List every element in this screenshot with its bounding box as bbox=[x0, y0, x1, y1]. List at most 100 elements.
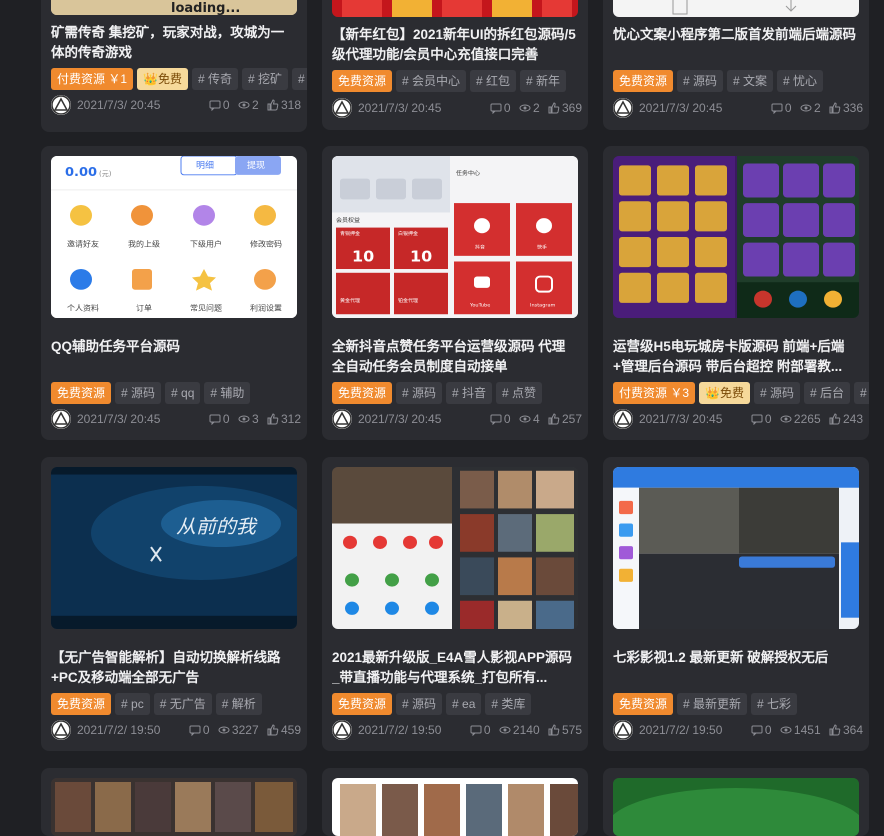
free-resource-tag[interactable]: 免费资源 bbox=[613, 70, 674, 92]
tag-chip[interactable]: # 源码 bbox=[115, 382, 162, 404]
tag-list: 付费资源 ￥3 👑免费 # 源码 # 后台 # bbox=[613, 382, 869, 404]
tag-chip[interactable]: # 抖音 bbox=[446, 382, 493, 404]
eye-icon bbox=[519, 415, 531, 423]
card-title[interactable]: 【无广告智能解析】自动切换解析线路+PC及移动端全部无广告 bbox=[51, 648, 297, 688]
avatar[interactable] bbox=[332, 98, 352, 118]
eye-icon bbox=[238, 415, 250, 423]
tag-chip[interactable]: # 红包 bbox=[470, 70, 517, 92]
like-count[interactable]: 364 bbox=[829, 723, 863, 737]
card-thumbnail[interactable]: 会员权益 青铜押金 白银押金 10 10 黄金代理 铂金代理 任务中心 抖音 快… bbox=[332, 156, 578, 318]
card-title[interactable]: QQ辅助任务平台源码 bbox=[51, 337, 297, 357]
resource-card[interactable]: 会员权益 青铜押金 白银押金 10 10 黄金代理 铂金代理 任务中心 抖音 快… bbox=[322, 146, 588, 440]
comment-count: 0 bbox=[751, 723, 772, 737]
thumbs-up-icon bbox=[829, 102, 841, 114]
tag-chip[interactable]: # bbox=[854, 382, 869, 404]
resource-card[interactable]: 运营级H5电玩城房卡版源码 前端+后端+管理后台源码 带后台超控 附部署教...… bbox=[603, 146, 869, 440]
tag-chip[interactable]: # 最新更新 bbox=[677, 693, 748, 715]
free-resource-tag[interactable]: 免费资源 bbox=[332, 382, 393, 404]
like-count[interactable]: 336 bbox=[829, 101, 863, 115]
tag-chip[interactable]: # 无广告 bbox=[153, 693, 212, 715]
card-thumbnail[interactable] bbox=[332, 467, 578, 629]
like-count[interactable]: 318 bbox=[267, 98, 301, 112]
tag-chip[interactable]: # 类库 bbox=[485, 693, 532, 715]
card-title[interactable]: 全新抖音点赞任务平台运营级源码 代理全自动任务会员制度自动接单 bbox=[332, 337, 578, 377]
card-meta: 2021/7/2/ 19:50 0 2140 575 bbox=[332, 720, 582, 742]
card-title[interactable]: 矿需传奇 集挖矿，玩家对战，攻城为一体的传奇游戏 bbox=[51, 23, 297, 63]
vip-free-tag[interactable]: 👑免费 bbox=[137, 68, 188, 90]
like-count[interactable]: 575 bbox=[548, 723, 582, 737]
tag-chip[interactable]: # 解析 bbox=[215, 693, 262, 715]
tag-chip[interactable]: # 点赞 bbox=[496, 382, 543, 404]
like-count[interactable]: 459 bbox=[267, 723, 301, 737]
free-resource-tag[interactable]: 免费资源 bbox=[51, 693, 112, 715]
comment-icon bbox=[751, 725, 763, 737]
card-title[interactable]: 七彩影视1.2 最新更新 破解授权无后 bbox=[613, 648, 859, 668]
tag-chip[interactable]: # 挖矿 bbox=[242, 68, 289, 90]
free-resource-tag[interactable]: 免费资源 bbox=[613, 693, 674, 715]
resource-card[interactable]: 忧心文案小程序第二版首发前端后端源码 免费资源 # 源码 # 文案 # 忧心 2021… bbox=[603, 0, 869, 130]
tag-chip[interactable]: # bbox=[292, 68, 307, 90]
resource-card[interactable] bbox=[41, 768, 307, 836]
tag-chip[interactable]: # 传奇 bbox=[191, 68, 238, 90]
tag-chip[interactable]: # 辅助 bbox=[204, 382, 251, 404]
card-thumbnail[interactable] bbox=[613, 778, 859, 836]
resource-card[interactable]: 【新年红包】2021新年UI的拆红包源码/5级代理功能/会员中心充值接口完善 免… bbox=[322, 0, 588, 130]
card-title[interactable]: 忧心文案小程序第二版首发前端后端源码 bbox=[613, 25, 859, 45]
avatar[interactable] bbox=[613, 720, 633, 740]
resource-card[interactable] bbox=[322, 768, 588, 836]
free-resource-tag[interactable]: 免费资源 bbox=[51, 382, 112, 404]
paid-resource-tag[interactable]: 付费资源 ￥1 bbox=[51, 68, 134, 90]
svg-text:10: 10 bbox=[410, 248, 432, 265]
card-thumbnail[interactable] bbox=[613, 156, 859, 318]
avatar[interactable] bbox=[51, 720, 71, 740]
tag-chip[interactable]: # pc bbox=[115, 693, 150, 715]
free-resource-tag[interactable]: 免费资源 bbox=[332, 693, 393, 715]
card-thumbnail[interactable]: 0.00 (元) 明细 提现 邀请好友 我的上级 下级用户 修改密码 个人资料 … bbox=[51, 156, 297, 318]
tag-chip[interactable]: # 文案 bbox=[727, 70, 774, 92]
card-thumbnail[interactable] bbox=[613, 0, 859, 17]
card-title[interactable]: 【新年红包】2021新年UI的拆红包源码/5级代理功能/会员中心充值接口完善 bbox=[332, 25, 578, 65]
resource-card[interactable]: 0.00 (元) 明细 提现 邀请好友 我的上级 下级用户 修改密码 个人资料 … bbox=[41, 146, 307, 440]
avatar[interactable] bbox=[613, 409, 633, 429]
avatar[interactable] bbox=[332, 409, 352, 429]
eye-icon bbox=[519, 104, 531, 112]
tag-chip[interactable]: # 源码 bbox=[396, 382, 443, 404]
like-count[interactable]: 243 bbox=[829, 412, 863, 426]
avatar[interactable] bbox=[613, 98, 633, 118]
resource-card[interactable]: 七彩影视1.2 最新更新 破解授权无后 免费资源 # 最新更新 # 七彩 2021/… bbox=[603, 457, 869, 751]
paid-resource-tag[interactable]: 付费资源 ￥3 bbox=[613, 382, 696, 404]
tag-chip[interactable]: # 后台 bbox=[804, 382, 851, 404]
card-thumbnail[interactable] bbox=[332, 778, 578, 836]
free-resource-tag[interactable]: 免费资源 bbox=[332, 70, 393, 92]
tag-chip[interactable]: # 忧心 bbox=[777, 70, 824, 92]
like-count[interactable]: 312 bbox=[267, 412, 301, 426]
view-count: 3 bbox=[238, 412, 259, 426]
resource-card[interactable]: 从前的我 【无广告智能解析】自动切换解析线路+PC及移动端全部无广告 免费资源 #… bbox=[41, 457, 307, 751]
card-thumbnail[interactable]: 从前的我 bbox=[51, 467, 297, 629]
tag-chip[interactable]: # 源码 bbox=[753, 382, 800, 404]
tag-chip[interactable]: # 会员中心 bbox=[396, 70, 467, 92]
resource-card[interactable] bbox=[603, 768, 869, 836]
card-thumbnail[interactable]: loading... bbox=[51, 0, 297, 15]
resource-card[interactable]: 2021最新升级版_E4A雪人影视APP源码_带直播功能与代理系统_打包所有..… bbox=[322, 457, 588, 751]
avatar[interactable] bbox=[51, 409, 71, 429]
tag-list: 免费资源 # 源码 # 文案 # 忧心 bbox=[613, 70, 869, 92]
like-count[interactable]: 369 bbox=[548, 101, 582, 115]
vip-free-tag[interactable]: 👑免费 bbox=[699, 382, 750, 404]
tag-chip[interactable]: # ea bbox=[446, 693, 482, 715]
tag-chip[interactable]: # 源码 bbox=[396, 693, 443, 715]
resource-card[interactable]: loading... 矿需传奇 集挖矿，玩家对战，攻城为一体的传奇游戏 付费资源… bbox=[41, 0, 307, 132]
avatar[interactable] bbox=[332, 720, 352, 740]
card-thumbnail[interactable] bbox=[332, 0, 578, 17]
comment-count: 0 bbox=[470, 723, 491, 737]
card-thumbnail[interactable] bbox=[613, 467, 859, 629]
card-title[interactable]: 运营级H5电玩城房卡版源码 前端+后端+管理后台源码 带后台超控 附部署教... bbox=[613, 337, 859, 377]
avatar[interactable] bbox=[51, 95, 71, 115]
tag-chip[interactable]: # qq bbox=[165, 382, 201, 404]
like-count[interactable]: 257 bbox=[548, 412, 582, 426]
tag-chip[interactable]: # 新年 bbox=[520, 70, 567, 92]
tag-chip[interactable]: # 七彩 bbox=[751, 693, 798, 715]
card-title[interactable]: 2021最新升级版_E4A雪人影视APP源码_带直播功能与代理系统_打包所有..… bbox=[332, 648, 578, 688]
card-thumbnail[interactable] bbox=[51, 778, 297, 836]
tag-chip[interactable]: # 源码 bbox=[677, 70, 724, 92]
